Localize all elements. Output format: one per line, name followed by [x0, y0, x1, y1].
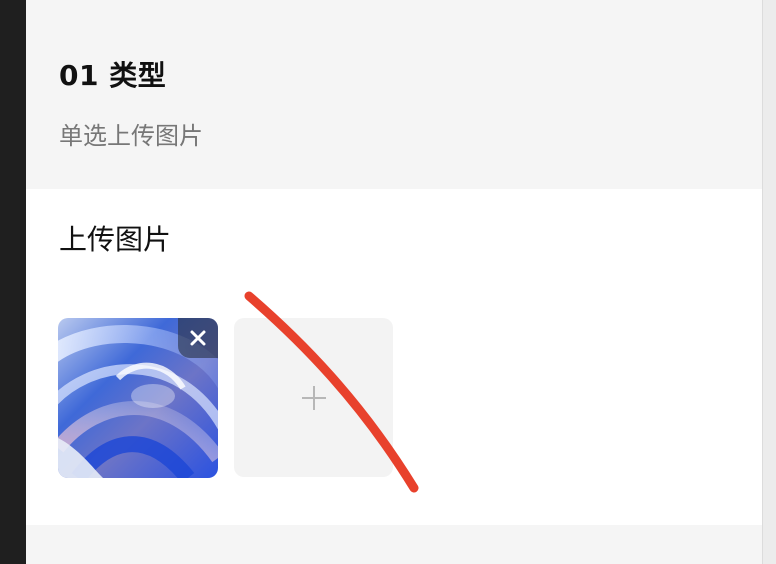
remove-image-button[interactable]: [178, 318, 218, 358]
uploaded-image-thumbnail[interactable]: [58, 318, 218, 478]
section-title: 01 类型: [59, 59, 167, 92]
section-header: 01 类型 单选上传图片: [26, 0, 762, 189]
section-subtitle: 单选上传图片: [59, 122, 203, 150]
add-image-button[interactable]: [234, 318, 393, 477]
page: 01 类型 单选上传图片 上传图片: [0, 0, 776, 564]
left-sidebar-edge: [0, 0, 26, 564]
upload-card: 上传图片: [26, 189, 762, 525]
scrollbar[interactable]: [762, 0, 776, 564]
upload-label: 上传图片: [59, 223, 172, 256]
plus-icon: [301, 385, 326, 410]
close-icon: [190, 330, 206, 346]
